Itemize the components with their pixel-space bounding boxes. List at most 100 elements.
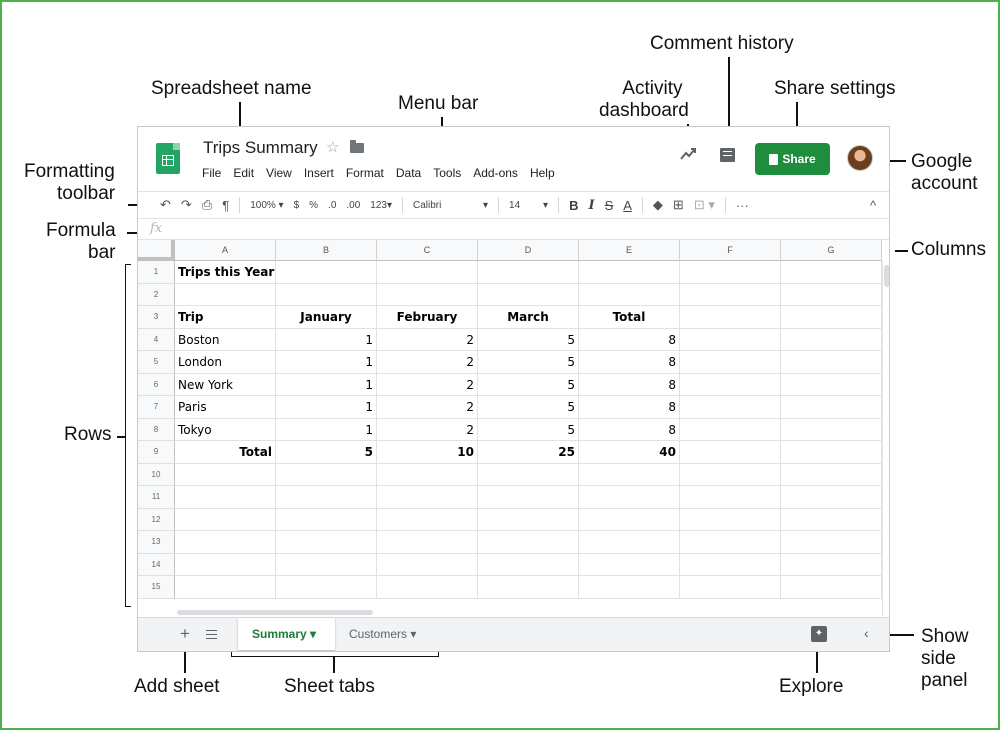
row-header[interactable]: 9 <box>138 441 175 464</box>
grid-cell[interactable]: London <box>175 351 276 374</box>
grid-cell[interactable] <box>579 261 680 284</box>
grid-cell[interactable]: 1 <box>276 396 377 419</box>
grid-cell[interactable] <box>175 508 276 531</box>
grid-cell[interactable] <box>781 328 882 351</box>
grid-cell[interactable]: 5 <box>276 441 377 464</box>
grid-cell[interactable]: 8 <box>579 351 680 374</box>
font-size-dropdown-icon[interactable]: ▾ <box>543 200 548 211</box>
row-header[interactable]: 14 <box>138 553 175 576</box>
grid-cell[interactable] <box>680 283 781 306</box>
bold-button[interactable]: B <box>569 198 578 213</box>
grid-cell[interactable]: 5 <box>478 328 579 351</box>
font-dropdown-icon[interactable]: ▾ <box>483 200 488 211</box>
grid-cell[interactable] <box>680 306 781 329</box>
grid-cell[interactable]: 8 <box>579 373 680 396</box>
grid-cell[interactable] <box>377 486 478 509</box>
comment-history-icon[interactable] <box>720 148 735 162</box>
grid-cell[interactable] <box>680 373 781 396</box>
grid-cell[interactable]: 5 <box>478 373 579 396</box>
grid-cell[interactable] <box>781 261 882 284</box>
grid-cell[interactable]: 8 <box>579 328 680 351</box>
grid-cell[interactable] <box>680 396 781 419</box>
grid-cell[interactable]: 5 <box>478 351 579 374</box>
grid-cell[interactable] <box>579 463 680 486</box>
grid-cell[interactable] <box>781 531 882 554</box>
more-formats-button[interactable]: 123▾ <box>370 200 392 211</box>
explore-icon[interactable]: ✦ <box>811 626 827 642</box>
grid-cell[interactable] <box>680 418 781 441</box>
grid-cell[interactable] <box>478 463 579 486</box>
grid-cell[interactable] <box>781 418 882 441</box>
print-icon[interactable]: ⎙ <box>202 197 212 213</box>
grid-cell[interactable] <box>478 508 579 531</box>
grid-cell[interactable] <box>175 463 276 486</box>
collapse-toolbar-icon[interactable]: ^ <box>870 198 876 213</box>
grid-cell[interactable]: 2 <box>377 418 478 441</box>
grid-cell[interactable] <box>680 486 781 509</box>
grid-cell[interactable] <box>680 463 781 486</box>
grid-cell[interactable]: 2 <box>377 328 478 351</box>
grid-cell[interactable] <box>680 351 781 374</box>
increase-decimal-button[interactable]: .00 <box>346 200 360 211</box>
grid-cell[interactable] <box>276 463 377 486</box>
grid-cell[interactable]: Tokyo <box>175 418 276 441</box>
grid-cell[interactable] <box>276 261 377 284</box>
grid-cell[interactable] <box>276 531 377 554</box>
menu-edit[interactable]: Edit <box>227 165 260 181</box>
currency-button[interactable]: $ <box>294 200 300 211</box>
more-icon[interactable]: ··· <box>736 198 749 213</box>
paint-format-icon[interactable]: ¶ <box>222 198 229 213</box>
grid-cell[interactable] <box>579 283 680 306</box>
grid-cell[interactable]: 1 <box>276 373 377 396</box>
grid-cell[interactable]: 8 <box>579 418 680 441</box>
grid-cell[interactable]: February <box>377 306 478 329</box>
grid-cell[interactable] <box>276 486 377 509</box>
grid-cell[interactable] <box>781 553 882 576</box>
grid-cell[interactable] <box>680 261 781 284</box>
menu-tools[interactable]: Tools <box>427 165 467 181</box>
zoom-select[interactable]: 100% ▾ <box>250 200 283 211</box>
column-header-g[interactable]: G <box>781 240 882 261</box>
strikethrough-button[interactable]: S <box>605 198 614 213</box>
select-all-corner[interactable] <box>138 240 175 261</box>
row-header[interactable]: 7 <box>138 396 175 419</box>
grid-cell[interactable] <box>781 441 882 464</box>
grid-cell[interactable]: 1 <box>276 328 377 351</box>
grid-cell[interactable] <box>175 486 276 509</box>
text-color-button[interactable]: A <box>623 198 632 213</box>
grid-cell[interactable] <box>175 553 276 576</box>
sheets-logo-icon[interactable] <box>156 143 180 174</box>
italic-button[interactable]: I <box>588 198 594 213</box>
grid-cell[interactable] <box>276 283 377 306</box>
grid-cell[interactable] <box>478 553 579 576</box>
row-header[interactable]: 13 <box>138 531 175 554</box>
grid-cell[interactable] <box>579 531 680 554</box>
grid-cell[interactable] <box>175 531 276 554</box>
row-header[interactable]: 8 <box>138 418 175 441</box>
menu-insert[interactable]: Insert <box>298 165 340 181</box>
font-select[interactable]: Calibri <box>413 200 473 211</box>
grid-cell[interactable] <box>680 508 781 531</box>
spreadsheet-name[interactable]: Trips Summary <box>203 138 318 158</box>
column-header-b[interactable]: B <box>276 240 377 261</box>
grid-cell[interactable] <box>781 486 882 509</box>
grid-cell[interactable] <box>276 553 377 576</box>
grid-cell[interactable] <box>478 486 579 509</box>
grid-cell[interactable] <box>579 486 680 509</box>
borders-icon[interactable]: ⊞ <box>673 197 684 213</box>
grid-cell[interactable] <box>377 283 478 306</box>
grid-cell[interactable]: 2 <box>377 373 478 396</box>
grid-cell[interactable]: 5 <box>478 396 579 419</box>
grid-cell[interactable] <box>680 441 781 464</box>
add-sheet-button[interactable]: + <box>180 624 190 644</box>
grid-cell[interactable] <box>377 553 478 576</box>
row-header[interactable]: 4 <box>138 328 175 351</box>
grid-cell[interactable] <box>781 283 882 306</box>
grid-cell[interactable] <box>276 576 377 599</box>
font-size-select[interactable]: 14 <box>509 200 533 211</box>
grid-cell[interactable]: 1 <box>276 351 377 374</box>
grid-cell[interactable] <box>781 463 882 486</box>
menu-addons[interactable]: Add-ons <box>467 165 524 181</box>
grid-cell[interactable]: Paris <box>175 396 276 419</box>
grid-cell[interactable]: Trips this Year <box>175 261 276 284</box>
